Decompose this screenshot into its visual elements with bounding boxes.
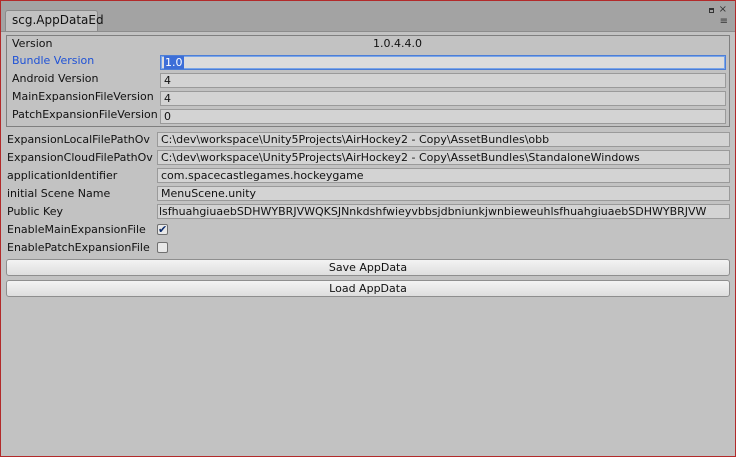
patch-expansion-version-field[interactable]: 0 (160, 109, 726, 124)
enable-patch-expansion-label: EnablePatchExpansionFile (7, 241, 150, 254)
version-value: 1.0.4.4.0 (373, 37, 422, 50)
main-expansion-version-label: MainExpansionFileVersion (12, 90, 154, 103)
android-version-field[interactable]: 4 (160, 73, 726, 88)
public-key-label: Public Key (7, 205, 63, 218)
close-icon[interactable]: × (719, 5, 727, 15)
load-appdata-button[interactable]: Load AppData (6, 280, 730, 297)
patch-expansion-version-label: PatchExpansionFileVersion (12, 108, 158, 121)
enable-main-expansion-label: EnableMainExpansionFile (7, 223, 146, 236)
editor-window: scg.AppDataEd × ≡ Version 1.0.4.4.0 Bund… (0, 0, 736, 457)
application-identifier-field[interactable]: com.spacecastlegames.hockeygame (157, 168, 730, 183)
local-path-field[interactable]: C:\dev\workspace\Unity5Projects\AirHocke… (157, 132, 730, 147)
bundle-version-field[interactable]: 1.0 (160, 55, 726, 70)
window-controls: × ≡ (705, 5, 729, 30)
menu-icon[interactable]: ≡ (720, 17, 728, 27)
local-path-label: ExpansionLocalFilePathOv (7, 133, 150, 146)
initial-scene-field[interactable]: MenuScene.unity (157, 186, 730, 201)
enable-main-expansion-checkbox[interactable]: ✔ (157, 224, 168, 235)
checkmark-icon: ✔ (158, 223, 168, 236)
bundle-version-value: 1.0 (164, 56, 184, 69)
main-expansion-version-field[interactable]: 4 (160, 91, 726, 106)
tab-appdataed[interactable]: scg.AppDataEd (5, 10, 104, 31)
enable-patch-expansion-checkbox[interactable] (157, 242, 168, 253)
android-version-label: Android Version (12, 72, 99, 85)
version-label: Version (12, 37, 53, 50)
cloud-path-field[interactable]: C:\dev\workspace\Unity5Projects\AirHocke… (157, 150, 730, 165)
cloud-path-label: ExpansionCloudFilePathOv (7, 151, 153, 164)
tab-strip: scg.AppDataEd × ≡ (1, 1, 735, 32)
maximize-icon[interactable] (709, 8, 714, 13)
bundle-version-label: Bundle Version (12, 54, 95, 67)
save-appdata-button[interactable]: Save AppData (6, 259, 730, 276)
version-group: Version 1.0.4.4.0 Bundle Version 1.0 And… (6, 35, 730, 127)
public-key-field[interactable]: lsfhuahgiuaebSDHWYBRJVWQKSJNnkdshfwieyvb… (157, 204, 730, 219)
initial-scene-label: initial Scene Name (7, 187, 111, 200)
application-identifier-label: applicationIdentifier (7, 169, 118, 182)
